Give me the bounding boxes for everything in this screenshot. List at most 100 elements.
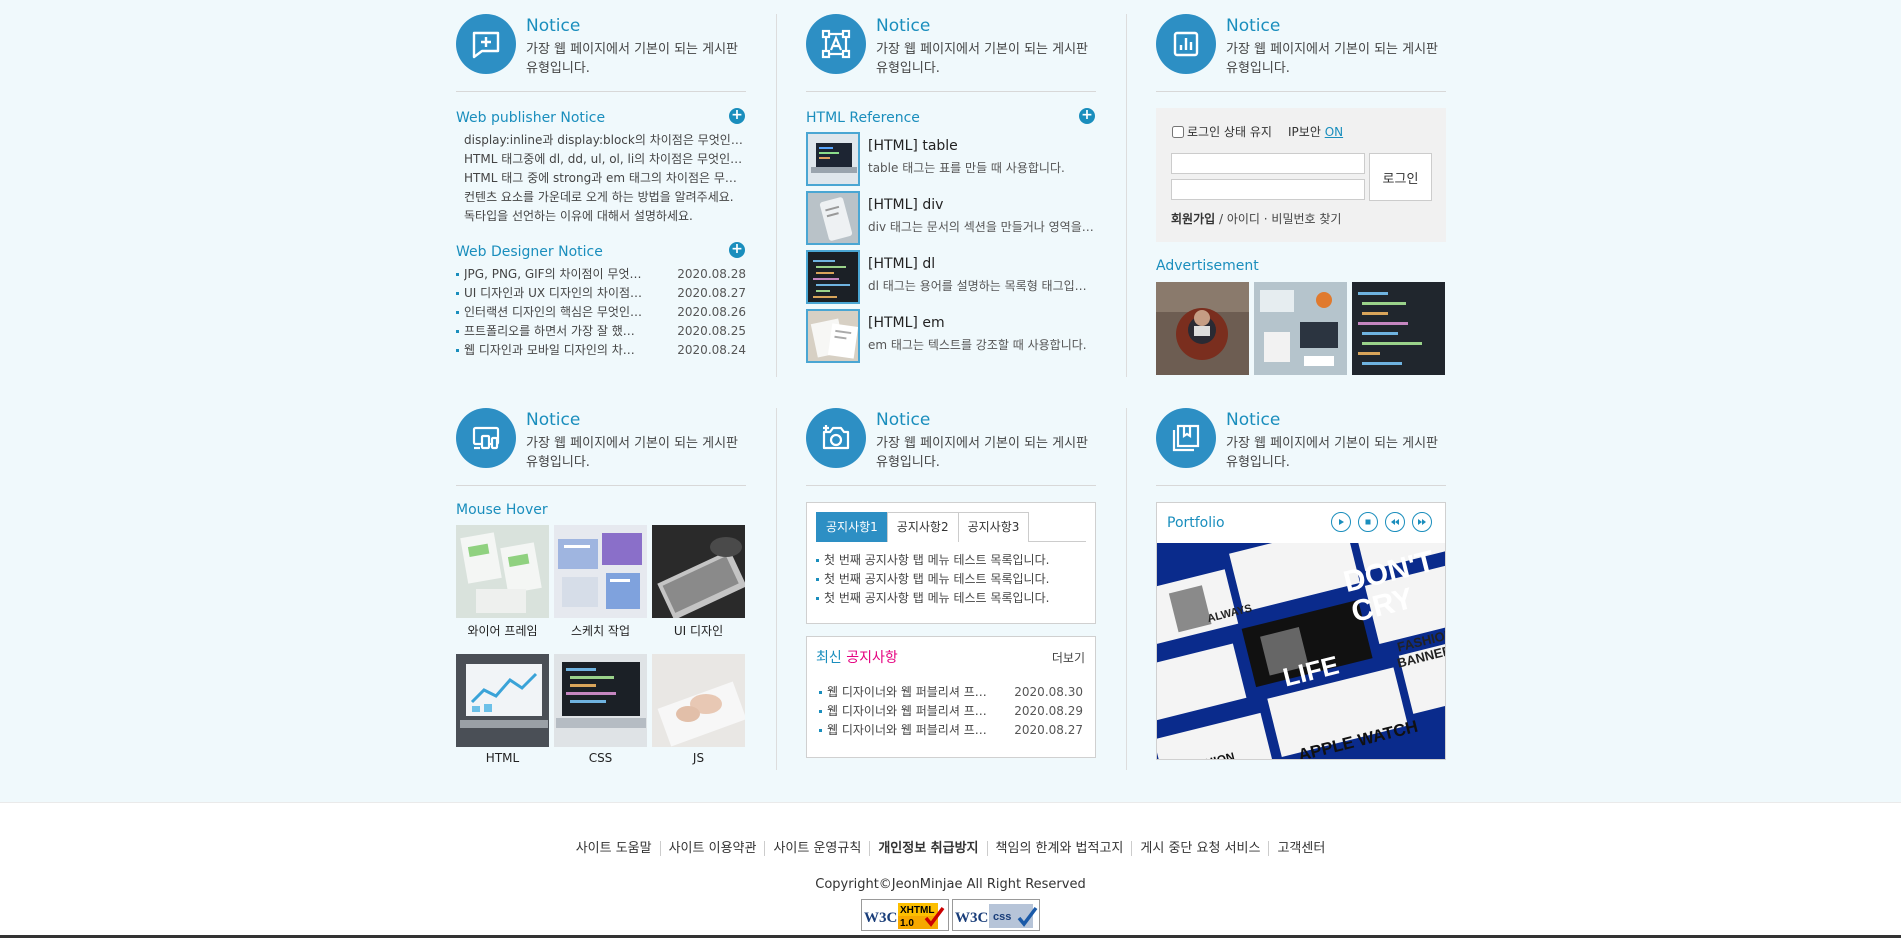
column-divider	[776, 408, 777, 770]
stop-icon[interactable]	[1358, 512, 1378, 532]
footer-links: 사이트 도움말 사이트 이용약관 사이트 운영규칙 개인정보 취급방지 책임의 한계와 …	[0, 837, 1901, 856]
tab-notice-1[interactable]: 공지사항1	[816, 512, 888, 542]
list-item[interactable]: 첫 번째 공지사항 탭 메뉴 테스트 목록입니다.	[816, 570, 1078, 589]
date: 2020.08.27	[1014, 723, 1083, 737]
w3c-css-badge[interactable]: W3C css	[952, 899, 1040, 931]
ad-image[interactable]	[1254, 282, 1347, 375]
footer-link[interactable]: 고객센터	[1268, 841, 1334, 856]
html-reference-title[interactable]: HTML Reference	[806, 110, 920, 126]
list-item[interactable]: 웹 디자이너와 웹 퍼블리셔 프로그래머2020.08.27	[819, 721, 1083, 740]
list-item[interactable]: 첫 번째 공지사항 탭 메뉴 테스트 목록입니다.	[816, 589, 1078, 608]
tab-notice-2[interactable]: 공지사항2	[886, 512, 959, 542]
user-id-input[interactable]	[1171, 153, 1365, 174]
main-container: Notice 가장 웹 페이지에서 기본이 되는 게시판 유형입니다. Web …	[456, 0, 1446, 800]
column-divider	[1126, 408, 1127, 770]
password-input[interactable]	[1171, 179, 1365, 200]
gallery-item[interactable]: UI 디자인	[652, 525, 745, 639]
thumbnail-documents	[806, 309, 860, 363]
ip-security-toggle[interactable]: ON	[1325, 125, 1343, 139]
tab-column: Notice 가장 웹 페이지에서 기본이 되는 게시판 유형입니다. 공지사항…	[806, 394, 1096, 774]
checkbox[interactable]	[1172, 125, 1184, 138]
list-item[interactable]: display:inline과 display:block의 차이점은 무엇인가…	[464, 131, 746, 150]
footer: 사이트 도움말 사이트 이용약관 사이트 운영규칙 개인정보 취급방지 책임의 한계와 …	[0, 802, 1901, 938]
list-item[interactable]: 독타입을 선언하는 이유에 대해서 설명하세요.	[464, 207, 746, 226]
notice-header: Notice 가장 웹 페이지에서 기본이 되는 게시판 유형입니다.	[806, 0, 1096, 92]
plus-icon[interactable]: +	[729, 108, 745, 124]
prev-icon[interactable]	[1385, 512, 1405, 532]
publisher-notice-title[interactable]: Web publisher Notice	[456, 110, 605, 126]
list-item[interactable]: 웹 디자이너와 웹 퍼블리셔 프로그래머2020.08.29	[819, 702, 1083, 721]
gallery-item[interactable]: JS	[652, 654, 745, 765]
reference-desc: div 태그는 문서의 섹션을 만들거나 영역을 나눌 때 사용합니다.	[868, 220, 1096, 234]
js-image	[652, 654, 745, 747]
footer-link[interactable]: 사이트 도움말	[568, 841, 660, 856]
footer-link[interactable]: 책임의 한계와 법적고지	[986, 841, 1132, 856]
next-icon[interactable]	[1412, 512, 1432, 532]
notice-desc: 가장 웹 페이지에서 기본이 되는 게시판 유형입니다.	[526, 42, 739, 76]
mouse-hover-title: Mouse Hover	[456, 502, 548, 518]
date: 2020.08.25	[677, 324, 746, 338]
footer-link[interactable]: 게시 중단 요청 서비스	[1131, 841, 1269, 856]
footer-link[interactable]: 개인정보 취급방지	[869, 841, 987, 856]
w3c-xhtml-badge[interactable]: W3C XHTML 1.0	[861, 899, 949, 931]
ad-image[interactable]	[1156, 282, 1249, 375]
copyright: Copyright©JeonMinjae All Right Reserved	[815, 877, 1086, 892]
find-account-link[interactable]: / 아이디 · 비밀번호 찾기	[1215, 212, 1341, 226]
list-item[interactable]: 프트폴리오를 하면서 가장 잘 했던 점은?2020.08.25	[456, 322, 746, 341]
gallery-item[interactable]: 와이어 프레임	[456, 525, 549, 639]
reference-item[interactable]: [HTML] dl dl 태그는 용어를 설명하는 목록형 태그입니다.	[806, 250, 1096, 304]
svg-text:W3C: W3C	[955, 910, 988, 926]
designer-notice-title[interactable]: Web Designer Notice	[456, 244, 603, 260]
list-item[interactable]: 웹 디자이너와 웹 퍼블리셔 프로그래머2020.08.30	[819, 683, 1083, 702]
list-item[interactable]: HTML 태그 중에 strong과 em 태그의 차이점은 무엇인가요?	[464, 169, 746, 188]
list-item[interactable]: UI 디자인과 UX 디자인의 차이점은? 2020.08.27	[456, 284, 746, 303]
reference-desc: table 태그는 표를 만들 때 사용합니다.	[868, 161, 1065, 175]
svg-text:1.0: 1.0	[900, 918, 914, 929]
play-icon[interactable]	[1331, 512, 1351, 532]
gallery-item[interactable]: CSS	[554, 654, 647, 765]
ip-security: IP보안 ON	[1288, 125, 1344, 139]
list-item[interactable]: 컨텐츠 요소를 가운데로 오게 하는 방법을 알려주세요.	[464, 188, 746, 207]
reference-desc: dl 태그는 용어를 설명하는 목록형 태그입니다.	[868, 279, 1096, 293]
footer-link[interactable]: 사이트 운영규칙	[764, 841, 870, 856]
reference-item[interactable]: [HTML] em em 태그는 텍스트를 강조할 때 사용합니다.	[806, 309, 1096, 363]
keep-login-checkbox[interactable]: 로그인 상태 유지	[1172, 123, 1272, 140]
gallery-item[interactable]: HTML	[456, 654, 549, 765]
list-item[interactable]: 웹 디자인과 모바일 디자인의 차이점은? 2020.08.24	[456, 341, 746, 360]
list-item[interactable]: HTML 태그중에 dl, dd, ul, ol, li의 차이점은 무엇인가요…	[464, 150, 746, 169]
gallery-item[interactable]: 스케치 작업	[554, 525, 647, 639]
tab-notice-3[interactable]: 공지사항3	[957, 512, 1030, 542]
reference-desc: em 태그는 텍스트를 강조할 때 사용합니다.	[868, 338, 1087, 352]
login-button[interactable]: 로그인	[1369, 153, 1432, 201]
tab-bar: 공지사항1 공지사항2 공지사항3	[816, 512, 1086, 542]
reference-title: [HTML] table	[868, 138, 958, 154]
tab-list: 첫 번째 공지사항 탭 메뉴 테스트 목록입니다. 첫 번째 공지사항 탭 메뉴…	[816, 551, 1078, 608]
portfolio-title: Portfolio	[1167, 515, 1225, 531]
ad-image[interactable]	[1352, 282, 1445, 375]
notice-header: Notice 가장 웹 페이지에서 기본이 되는 게시판 유형입니다.	[1156, 0, 1446, 92]
list-item[interactable]: 인터랙션 디자인의 핵심은 무엇인가요? 2020.08.26	[456, 303, 746, 322]
portfolio-image[interactable]: DON'T CRY ALWAYS FASHION BANNER LIFE APP…	[1157, 543, 1446, 760]
join-link[interactable]: 회원가입	[1171, 212, 1215, 226]
devices-icon	[456, 408, 516, 468]
latest-notice-title: 최신 공지사항	[816, 650, 898, 666]
message-add-icon	[456, 14, 516, 74]
list-item[interactable]: JPG, PNG, GIF의 차이점이 무엇인가요?2020.08.28	[456, 265, 746, 284]
footer-link[interactable]: 사이트 이용약관	[659, 841, 765, 856]
list-item[interactable]: 첫 번째 공지사항 탭 메뉴 테스트 목록입니다.	[816, 551, 1078, 570]
date: 2020.08.28	[677, 267, 746, 281]
reference-item[interactable]: [HTML] div div 태그는 문서의 섹션을 만들거나 영역을 나눌 때…	[806, 191, 1096, 245]
more-link[interactable]: 더보기	[1052, 649, 1085, 666]
tab-menu: 공지사항1 공지사항2 공지사항3 첫 번째 공지사항 탭 메뉴 테스트 목록입…	[806, 502, 1096, 624]
plus-icon[interactable]: +	[729, 242, 745, 258]
plus-icon[interactable]: +	[1079, 108, 1095, 124]
notice-desc: 가장 웹 페이지에서 기본이 되는 게시판 유형입니다.	[876, 436, 1089, 470]
reference-item[interactable]: [HTML] table table 태그는 표를 만들 때 사용합니다.	[806, 132, 1096, 186]
camera-add-icon	[806, 408, 866, 468]
notice-title: Notice	[876, 16, 931, 36]
notice-title: Notice	[526, 16, 581, 36]
publisher-list: display:inline과 display:block의 차이점은 무엇인가…	[464, 131, 746, 226]
publisher-column: Notice 가장 웹 페이지에서 기본이 되는 게시판 유형입니다. Web …	[456, 0, 746, 380]
portfolio-slider: Portfolio DON'T CRY ALWAYS FASHION BANNE…	[1156, 502, 1446, 760]
notice-title: Notice	[1226, 16, 1281, 36]
